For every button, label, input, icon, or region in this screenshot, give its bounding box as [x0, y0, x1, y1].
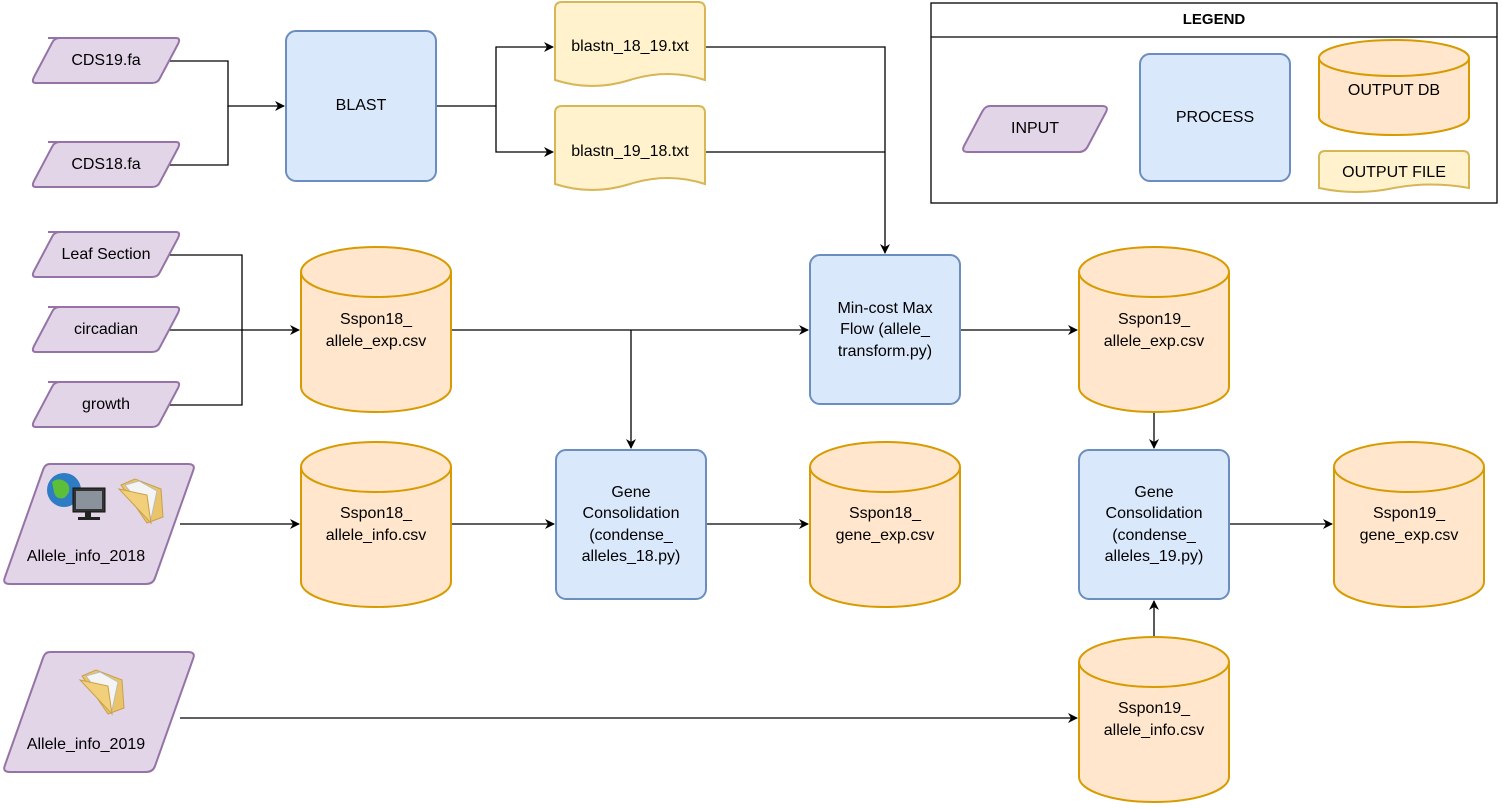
input-allele-info-2019: Allele_info_2019: [3, 651, 195, 773]
file-label: blastn_19_18.txt: [571, 143, 689, 160]
process-label-line: Gene: [1134, 484, 1173, 501]
file-blastn-19-18: blastn_19_18.txt: [554, 105, 706, 191]
process-label: BLAST: [336, 97, 387, 114]
db-sspon19-allele-info: Sspon19_ allele_info.csv: [1078, 636, 1230, 803]
input-growth: growth: [31, 381, 181, 428]
legend-label: PROCESS: [1176, 109, 1254, 126]
input-cds18: CDS18.fa: [31, 141, 181, 188]
db-sspon18-gene-exp: Sspon18_ gene_exp.csv: [809, 441, 961, 608]
input-leaf-section: Leaf Section: [31, 231, 181, 278]
db-sspon18-allele-exp: Sspon18_ allele_exp.csv: [300, 246, 452, 413]
process-label-line: Gene: [611, 484, 650, 501]
db-label-line: gene_exp.csv: [1360, 527, 1459, 544]
db-label-line: allele_info.csv: [326, 527, 427, 544]
process-label-line: Flow (allele_: [840, 321, 931, 338]
input-cds19: CDS19.fa: [31, 37, 181, 84]
db-sspon19-allele-exp: Sspon19_ allele_exp.csv: [1078, 246, 1230, 413]
process-gene-consolidation-19: Gene Consolidation (condense_ alleles_19…: [1078, 449, 1230, 600]
edge-blast-b1918: [495, 106, 554, 157]
input-label: growth: [82, 396, 130, 413]
db-label-line: Sspon18_: [340, 505, 413, 522]
legend-input: INPUT: [962, 105, 1108, 153]
db-label-line: Sspon19_: [1118, 311, 1191, 328]
process-gene-consolidation-18: Gene Consolidation (condense_ alleles_18…: [555, 449, 707, 600]
input-label: Leaf Section: [62, 246, 151, 263]
input-allele-info-2018: Allele_info_2018: [3, 463, 195, 585]
legend-label: OUTPUT FILE: [1342, 164, 1446, 181]
process-label-line: Consolidation: [1106, 505, 1203, 522]
legend-label: OUTPUT DB: [1348, 82, 1440, 99]
db-label-line: gene_exp.csv: [836, 527, 935, 544]
process-label-line: alleles_19.py): [1105, 548, 1204, 565]
process-blast: BLAST: [285, 30, 437, 182]
db-label-line: Sspon19_: [1118, 700, 1191, 717]
db-label-line: Sspon19_: [1373, 505, 1446, 522]
process-mincost-maxflow: Min-cost Max Flow (allele_ transform.py): [809, 254, 961, 405]
legend-output-db: OUTPUT DB: [1318, 39, 1470, 136]
db-label-line: allele_info.csv: [1104, 722, 1205, 739]
db-sspon19-gene-exp: Sspon19_ gene_exp.csv: [1333, 441, 1485, 608]
file-blastn-18-19: blastn_18_19.txt: [554, 1, 706, 87]
db-label-line: Sspon18_: [849, 505, 922, 522]
file-label: blastn_18_19.txt: [571, 38, 689, 55]
process-label-line: Min-cost Max: [837, 300, 932, 317]
process-label-line: Consolidation: [583, 505, 680, 522]
legend-label: INPUT: [1011, 120, 1059, 137]
input-label: circadian: [74, 321, 138, 338]
legend-output-file: OUTPUT FILE: [1318, 150, 1470, 193]
input-label: Allele_info_2018: [27, 548, 145, 565]
edge-blast-b1819: [436, 42, 554, 107]
legend-process: PROCESS: [1139, 53, 1291, 182]
input-label: CDS18.fa: [71, 156, 140, 173]
input-label: Allele_info_2019: [27, 736, 145, 753]
db-label-line: allele_exp.csv: [1104, 333, 1205, 350]
process-label-line: alleles_18.py): [582, 548, 681, 565]
legend: LEGEND INPUT PROCESS OUTPUT DB OUTPUT FI…: [930, 2, 1498, 204]
legend-title: LEGEND: [1183, 11, 1246, 28]
db-sspon18-allele-info: Sspon18_ allele_info.csv: [300, 441, 452, 608]
input-label: CDS19.fa: [71, 52, 140, 69]
db-label-line: allele_exp.csv: [326, 333, 427, 350]
input-circadian: circadian: [31, 306, 181, 353]
process-label-line: (condense_: [589, 527, 674, 544]
process-label-line: transform.py): [838, 343, 932, 360]
edge-b1819-mincost: [705, 46, 890, 254]
db-label-line: Sspon18_: [340, 311, 413, 328]
pipeline-diagram: CDS19.fa CDS18.fa Leaf Section circadian…: [3, 1, 1498, 803]
process-label-line: (condense_: [1112, 527, 1197, 544]
edge-cds19-blast: [162, 60, 285, 111]
